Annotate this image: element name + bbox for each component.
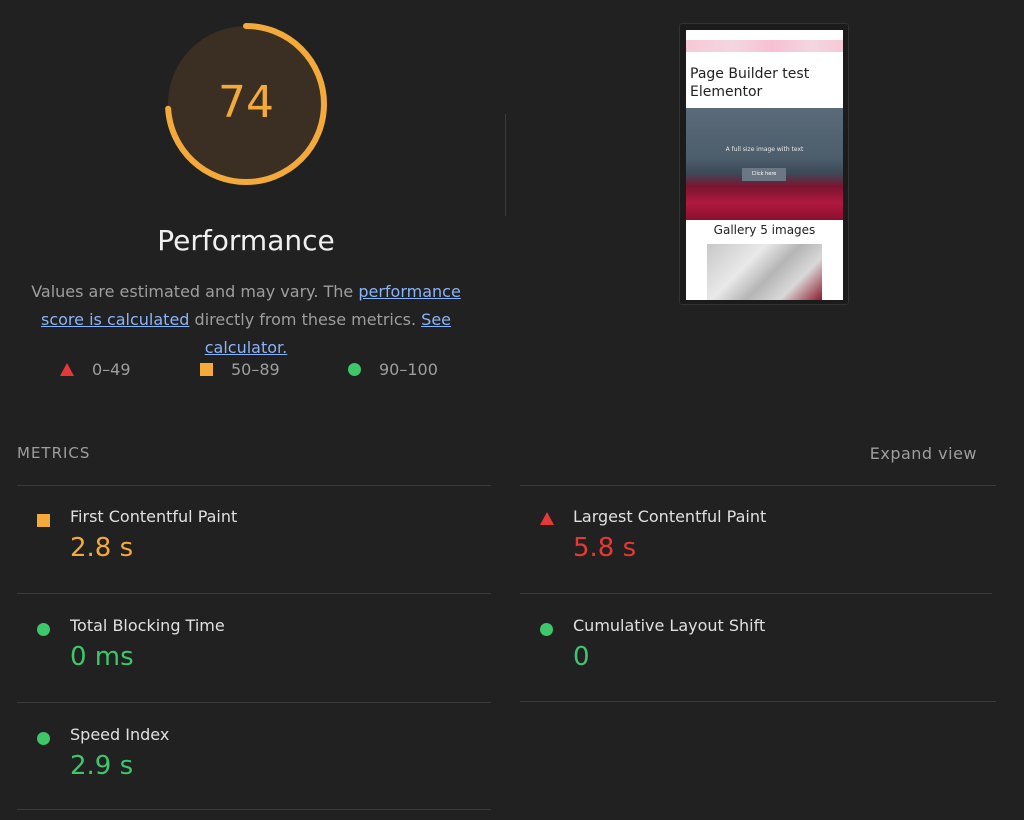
gauge-title: Performance (157, 224, 335, 257)
divider (520, 485, 996, 486)
square-icon (37, 514, 50, 527)
blurred-header (686, 40, 843, 52)
description-text-2: directly from these metrics. (189, 310, 422, 329)
screenshot-hero-image (686, 108, 843, 220)
metric-label: Cumulative Layout Shift (573, 616, 766, 635)
metric-value: 2.9 s (70, 751, 134, 781)
expand-view-toggle[interactable]: Expand view (870, 444, 977, 463)
screenshot-hero-text: A full size image with text (725, 146, 804, 153)
circle-icon (37, 732, 50, 745)
divider (17, 702, 491, 703)
performance-gauge: 74 (162, 20, 330, 188)
metric-label: Total Blocking Time (70, 616, 225, 635)
score-legend: 0–49 50–89 90–100 (0, 360, 492, 380)
metric-value: 5.8 s (573, 533, 637, 563)
divider (520, 701, 996, 702)
divider (520, 593, 992, 594)
legend-range: 90–100 (379, 360, 438, 379)
metric-value: 0 (573, 642, 590, 672)
screenshot-page-title: Page Builder test Elementor (690, 66, 810, 100)
divider (17, 809, 491, 810)
legend-item-fail: 0–49 (60, 360, 131, 379)
vertical-divider (505, 114, 506, 216)
legend-item-pass: 90–100 (348, 360, 438, 379)
legend-item-average: 50–89 (200, 360, 280, 379)
metric-label: Largest Contentful Paint (573, 507, 767, 526)
metrics-heading: METRICS (17, 444, 91, 462)
score-description: Values are estimated and may vary. The p… (10, 278, 482, 362)
page-screenshot[interactable]: Page Builder test Elementor A full size … (686, 30, 843, 300)
circle-icon (37, 623, 50, 636)
triangle-icon (60, 363, 74, 376)
performance-score: 74 (218, 76, 274, 128)
metric-label: First Contentful Paint (70, 507, 238, 526)
screenshot-gallery-title: Gallery 5 images (713, 223, 816, 237)
screenshot-gallery-photo (707, 244, 822, 300)
divider (17, 485, 491, 486)
metric-value: 0 ms (70, 642, 134, 672)
triangle-icon (540, 512, 554, 525)
circle-icon (348, 363, 361, 376)
divider (17, 593, 491, 594)
legend-range: 50–89 (231, 360, 280, 379)
screenshot-hero-button: Click here (742, 168, 786, 181)
description-text-1: Values are estimated and may vary. The (31, 282, 359, 301)
metric-value: 2.8 s (70, 533, 134, 563)
square-icon (200, 363, 213, 376)
circle-icon (540, 623, 553, 636)
metric-label: Speed Index (70, 725, 170, 744)
legend-range: 0–49 (92, 360, 131, 379)
